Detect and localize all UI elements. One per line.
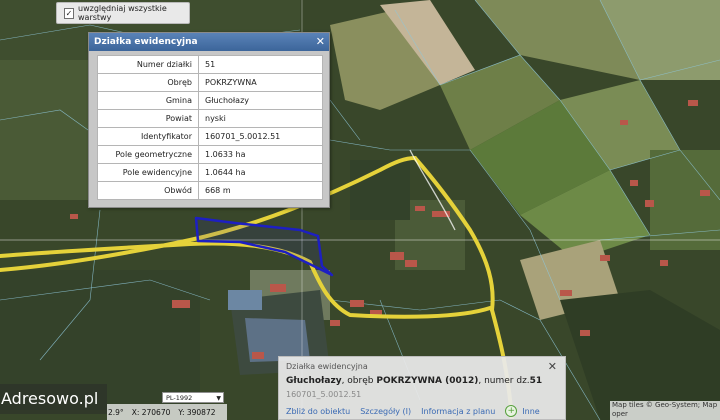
adresowo-watermark: Adresowo.pl [0, 384, 107, 414]
popup-header: Działka ewidencyjna ✕ [89, 33, 329, 51]
attribute-label: Identyfikator [97, 127, 199, 146]
attribute-value: 160701_5.0012.51 [198, 127, 323, 146]
table-row: Pole ewidencyjne 1.0644 ha [97, 163, 323, 182]
attribute-label: Numer działki [97, 55, 199, 74]
chevron-down-icon: ▼ [216, 395, 221, 402]
details-link[interactable]: Szczegóły (I) [360, 407, 411, 416]
attribute-label: Pole geometryczne [97, 145, 199, 164]
parcel-info-popup: Działka ewidencyjna ✕ Numer działki 51 Ob… [88, 32, 330, 208]
parcel-summary-panel: Działka ewidencyjna ✕ Głuchołazy, obręb … [278, 356, 566, 420]
map-attribution: Map tiles © Geo-System; Map oper [610, 401, 720, 420]
scale-fragment: 2.9° [108, 407, 124, 417]
attribute-value: 51 [198, 55, 323, 74]
all-layers-label: uwzględniaj wszystkie warstwy [78, 4, 167, 22]
attribute-label: Obręb [97, 73, 199, 92]
parcel-number: 51 [529, 376, 543, 386]
table-row: Pole geometryczne 1.0633 ha [97, 145, 323, 164]
attribute-label: Gmina [97, 91, 199, 110]
panel-links: Zbliż do obiektu Szczegóły (I) Informacj… [286, 405, 550, 417]
coord-x: X: 270670 [131, 407, 171, 417]
panel-title: Działka ewidencyjna [286, 362, 368, 371]
crs-value: PL-1992 [166, 394, 193, 402]
zoom-to-object-link[interactable]: Zbliż do obiektu [286, 407, 350, 416]
popup-title: Działka ewidencyjna [94, 37, 198, 47]
table-row: Powiat nyski [97, 109, 323, 128]
table-row: Obręb POKRZYWNA [97, 73, 323, 92]
close-icon[interactable]: ✕ [316, 33, 325, 51]
table-row: Obwód 668 m [97, 181, 323, 200]
coord-y: Y: 390872 [178, 407, 216, 417]
gmina-name: Głuchołazy [286, 376, 342, 386]
attribute-label: Pole ewidencyjne [97, 163, 199, 182]
table-row: Numer działki 51 [97, 55, 323, 74]
table-row: Gmina Głuchołazy [97, 91, 323, 110]
obreb-prefix: , obręb [341, 376, 377, 386]
all-layers-toggle[interactable]: ✓ uwzględniaj wszystkie warstwy [56, 2, 190, 24]
attribute-value: POKRZYWNA [198, 73, 323, 92]
other-link[interactable]: Inne [522, 407, 539, 416]
coordinate-readout: 2.9° X: 270670 Y: 390872 [107, 404, 227, 420]
attribute-label: Powiat [97, 109, 199, 128]
attribute-value: 668 m [198, 181, 323, 200]
parcel-attribute-table: Numer działki 51 Obręb POKRZYWNA Gmina Głuc… [97, 55, 323, 200]
crs-select[interactable]: PL-1992 ▼ [162, 392, 224, 403]
attribute-value: Głuchołazy [198, 91, 323, 110]
obreb-name: POKRZYWNA (0012) [376, 376, 479, 386]
attribute-value: 1.0633 ha [198, 145, 323, 164]
attribute-value: 1.0644 ha [198, 163, 323, 182]
parcel-summary-line: Głuchołazy, obręb POKRZYWNA (0012), nume… [286, 376, 542, 386]
plan-info-link[interactable]: Informacja z planu [421, 407, 495, 416]
table-row: Identyfikator 160701_5.0012.51 [97, 127, 323, 146]
plus-circle-icon[interactable]: + [505, 405, 518, 417]
attribute-value: nyski [198, 109, 323, 128]
parcel-identifier: 160701_5.0012.51 [286, 390, 362, 399]
close-icon[interactable]: ✕ [548, 360, 557, 373]
attribute-label: Obwód [97, 181, 199, 200]
checkbox-icon[interactable]: ✓ [64, 7, 75, 19]
numer-prefix: , numer dz. [478, 376, 530, 386]
